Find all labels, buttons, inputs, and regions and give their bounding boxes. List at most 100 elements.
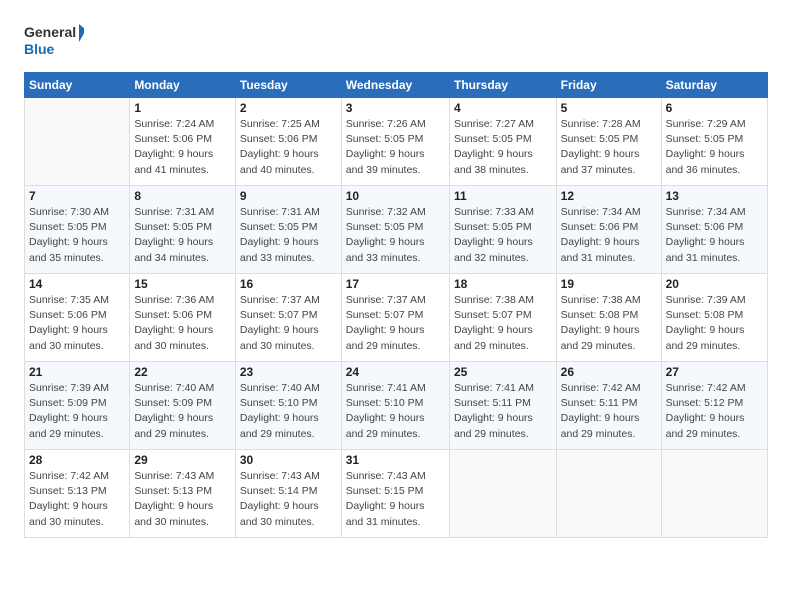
calendar-cell: 3 Sunrise: 7:26 AMSunset: 5:05 PMDaylight… (341, 98, 449, 186)
calendar-week-2: 7Sunrise: 7:30 AMSunset: 5:05 PMDaylight… (25, 186, 768, 274)
calendar-cell (556, 450, 661, 538)
day-number: 21 (29, 365, 125, 379)
col-header-thursday: Thursday (449, 73, 556, 98)
day-number: 13 (666, 189, 763, 203)
day-number: 1 (134, 101, 231, 115)
day-info: Sunrise: 7:36 AMSunset: 5:06 PMDaylight:… (134, 293, 231, 354)
day-number: 24 (346, 365, 445, 379)
calendar-cell: 27 Sunrise: 7:42 AMSunset: 5:12 PMDayligh… (661, 362, 767, 450)
col-header-saturday: Saturday (661, 73, 767, 98)
day-info: Sunrise: 7:27 AMSunset: 5:05 PMDaylight:… (454, 117, 552, 178)
day-number: 8 (134, 189, 231, 203)
calendar-cell: 23 Sunrise: 7:40 AMSunset: 5:10 PMDayligh… (235, 362, 341, 450)
day-info: Sunrise: 7:26 AMSunset: 5:05 PMDaylight:… (346, 117, 445, 178)
calendar-cell (449, 450, 556, 538)
day-number: 29 (134, 453, 231, 467)
calendar-cell: 19 Sunrise: 7:38 AMSunset: 5:08 PMDayligh… (556, 274, 661, 362)
col-header-friday: Friday (556, 73, 661, 98)
day-info: Sunrise: 7:43 AMSunset: 5:14 PMDaylight:… (240, 469, 337, 530)
day-number: 10 (346, 189, 445, 203)
calendar-cell: 9 Sunrise: 7:31 AMSunset: 5:05 PMDaylight… (235, 186, 341, 274)
day-info: Sunrise: 7:28 AMSunset: 5:05 PMDaylight:… (561, 117, 657, 178)
calendar-cell: 2Sunrise: 7:25 AMSunset: 5:06 PMDaylight… (235, 98, 341, 186)
day-info: Sunrise: 7:42 AMSunset: 5:11 PMDaylight:… (561, 381, 657, 442)
calendar-cell: 11 Sunrise: 7:33 AMSunset: 5:05 PMDayligh… (449, 186, 556, 274)
day-info: Sunrise: 7:33 AMSunset: 5:05 PMDaylight:… (454, 205, 552, 266)
day-number: 12 (561, 189, 657, 203)
day-number: 16 (240, 277, 337, 291)
day-number: 27 (666, 365, 763, 379)
day-info: Sunrise: 7:43 AMSunset: 5:15 PMDaylight:… (346, 469, 445, 530)
day-number: 31 (346, 453, 445, 467)
day-info: Sunrise: 7:29 AMSunset: 5:05 PMDaylight:… (666, 117, 763, 178)
day-number: 5 (561, 101, 657, 115)
calendar-cell: 15Sunrise: 7:36 AMSunset: 5:06 PMDayligh… (130, 274, 236, 362)
col-header-sunday: Sunday (25, 73, 130, 98)
calendar-week-1: 1 Sunrise: 7:24 AMSunset: 5:06 PMDaylight… (25, 98, 768, 186)
calendar-cell: 13Sunrise: 7:34 AMSunset: 5:06 PMDayligh… (661, 186, 767, 274)
day-number: 28 (29, 453, 125, 467)
day-info: Sunrise: 7:24 AMSunset: 5:06 PMDaylight:… (134, 117, 231, 178)
col-header-wednesday: Wednesday (341, 73, 449, 98)
day-info: Sunrise: 7:32 AMSunset: 5:05 PMDaylight:… (346, 205, 445, 266)
calendar-cell: 14 Sunrise: 7:35 AMSunset: 5:06 PMDayligh… (25, 274, 130, 362)
day-info: Sunrise: 7:41 AMSunset: 5:10 PMDaylight:… (346, 381, 445, 442)
day-info: Sunrise: 7:31 AMSunset: 5:05 PMDaylight:… (134, 205, 231, 266)
calendar-cell: 18 Sunrise: 7:38 AMSunset: 5:07 PMDayligh… (449, 274, 556, 362)
day-number: 3 (346, 101, 445, 115)
col-header-monday: Monday (130, 73, 236, 98)
day-number: 2 (240, 101, 337, 115)
calendar-cell (25, 98, 130, 186)
svg-text:Blue: Blue (24, 41, 55, 57)
day-number: 18 (454, 277, 552, 291)
calendar-week-5: 28 Sunrise: 7:42 AMSunset: 5:13 PMDayligh… (25, 450, 768, 538)
calendar-cell: 26Sunrise: 7:42 AMSunset: 5:11 PMDayligh… (556, 362, 661, 450)
calendar-cell: 10 Sunrise: 7:32 AMSunset: 5:05 PMDayligh… (341, 186, 449, 274)
calendar-cell: 25 Sunrise: 7:41 AMSunset: 5:11 PMDayligh… (449, 362, 556, 450)
calendar-cell (661, 450, 767, 538)
calendar-cell: 5 Sunrise: 7:28 AMSunset: 5:05 PMDaylight… (556, 98, 661, 186)
day-info: Sunrise: 7:41 AMSunset: 5:11 PMDaylight:… (454, 381, 552, 442)
day-info: Sunrise: 7:38 AMSunset: 5:07 PMDaylight:… (454, 293, 552, 354)
calendar-cell: 7Sunrise: 7:30 AMSunset: 5:05 PMDaylight… (25, 186, 130, 274)
day-number: 30 (240, 453, 337, 467)
day-number: 9 (240, 189, 337, 203)
day-number: 23 (240, 365, 337, 379)
day-number: 11 (454, 189, 552, 203)
day-info: Sunrise: 7:39 AMSunset: 5:09 PMDaylight:… (29, 381, 125, 442)
calendar-cell: 12 Sunrise: 7:34 AMSunset: 5:06 PMDayligh… (556, 186, 661, 274)
calendar-cell: 16 Sunrise: 7:37 AMSunset: 5:07 PMDayligh… (235, 274, 341, 362)
calendar-cell: 29Sunrise: 7:43 AMSunset: 5:13 PMDayligh… (130, 450, 236, 538)
day-number: 25 (454, 365, 552, 379)
calendar-week-4: 21 Sunrise: 7:39 AMSunset: 5:09 PMDayligh… (25, 362, 768, 450)
page: General Blue SundayMondayTuesdayWednesda… (0, 0, 792, 612)
calendar-cell: 24 Sunrise: 7:41 AMSunset: 5:10 PMDayligh… (341, 362, 449, 450)
calendar-cell: 22 Sunrise: 7:40 AMSunset: 5:09 PMDayligh… (130, 362, 236, 450)
calendar-cell: 20Sunrise: 7:39 AMSunset: 5:08 PMDayligh… (661, 274, 767, 362)
header: General Blue (24, 20, 768, 58)
day-number: 20 (666, 277, 763, 291)
day-info: Sunrise: 7:31 AMSunset: 5:05 PMDaylight:… (240, 205, 337, 266)
calendar-table: SundayMondayTuesdayWednesdayThursdayFrid… (24, 72, 768, 538)
calendar-cell: 28 Sunrise: 7:42 AMSunset: 5:13 PMDayligh… (25, 450, 130, 538)
day-info: Sunrise: 7:37 AMSunset: 5:07 PMDaylight:… (240, 293, 337, 354)
calendar-cell: 21 Sunrise: 7:39 AMSunset: 5:09 PMDayligh… (25, 362, 130, 450)
calendar-cell: 1 Sunrise: 7:24 AMSunset: 5:06 PMDaylight… (130, 98, 236, 186)
day-info: Sunrise: 7:40 AMSunset: 5:09 PMDaylight:… (134, 381, 231, 442)
calendar-cell: 30 Sunrise: 7:43 AMSunset: 5:14 PMDayligh… (235, 450, 341, 538)
day-info: Sunrise: 7:40 AMSunset: 5:10 PMDaylight:… (240, 381, 337, 442)
day-number: 6 (666, 101, 763, 115)
day-number: 14 (29, 277, 125, 291)
day-info: Sunrise: 7:34 AMSunset: 5:06 PMDaylight:… (561, 205, 657, 266)
day-info: Sunrise: 7:42 AMSunset: 5:12 PMDaylight:… (666, 381, 763, 442)
calendar-cell: 8 Sunrise: 7:31 AMSunset: 5:05 PMDaylight… (130, 186, 236, 274)
day-info: Sunrise: 7:35 AMSunset: 5:06 PMDaylight:… (29, 293, 125, 354)
logo-svg: General Blue (24, 20, 84, 58)
day-info: Sunrise: 7:38 AMSunset: 5:08 PMDaylight:… (561, 293, 657, 354)
day-info: Sunrise: 7:30 AMSunset: 5:05 PMDaylight:… (29, 205, 125, 266)
day-info: Sunrise: 7:42 AMSunset: 5:13 PMDaylight:… (29, 469, 125, 530)
day-number: 4 (454, 101, 552, 115)
logo: General Blue (24, 20, 84, 58)
day-number: 22 (134, 365, 231, 379)
day-number: 19 (561, 277, 657, 291)
